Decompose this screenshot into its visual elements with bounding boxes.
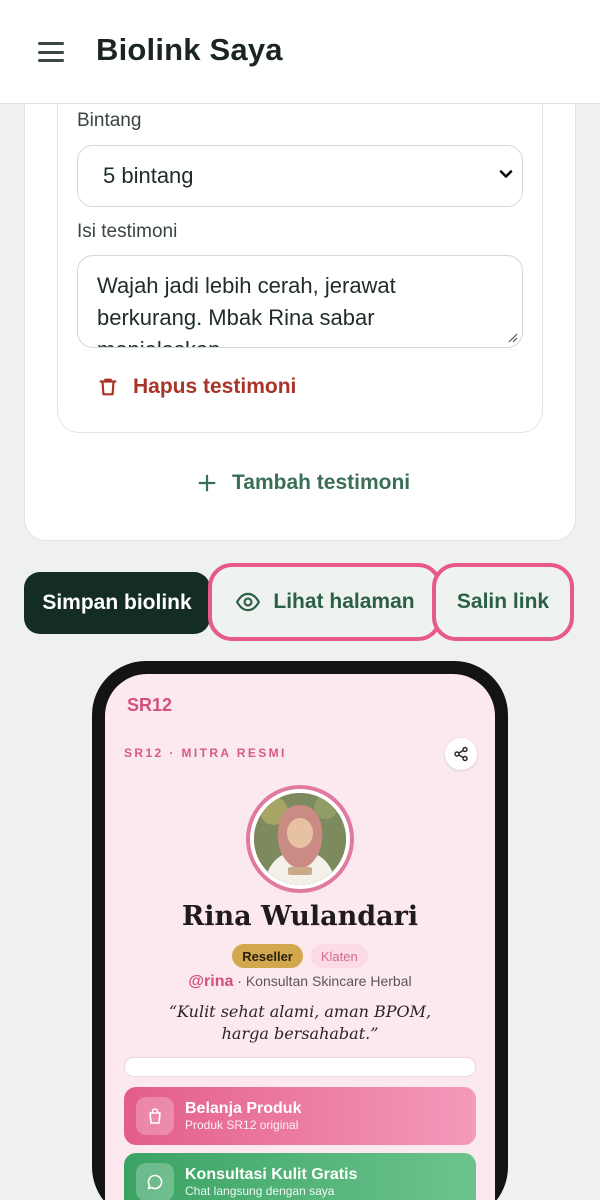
- profile-quote: “Kulit sehat alami, aman BPOM, harga ber…: [168, 1002, 432, 1043]
- app-header: Biolink Saya: [0, 0, 600, 104]
- role-badge: Reseller: [232, 944, 303, 968]
- testimonial-text: Wajah jadi lebih cerah, jerawat berkuran…: [97, 273, 396, 347]
- profile-tagline: · Konsultan Skincare Herbal: [233, 973, 412, 989]
- stars-label: Bintang: [77, 110, 142, 131]
- stars-select-value: 5 bintang: [103, 163, 194, 188]
- stars-select[interactable]: 5 bintang: [77, 145, 523, 207]
- view-page-button[interactable]: Lihat halaman: [208, 563, 442, 641]
- eye-icon: [236, 592, 261, 612]
- share-button[interactable]: [445, 738, 477, 770]
- chat-icon: [136, 1163, 174, 1200]
- delete-testimonial-button[interactable]: Hapus testimoni: [97, 370, 296, 404]
- link-title: Belanja Produk: [185, 1099, 302, 1117]
- copy-link-button[interactable]: Salin link: [432, 563, 574, 641]
- content-label: Isi testimoni: [77, 221, 178, 242]
- link-card-consult[interactable]: Konsultasi Kulit Gratis Chat langsung de…: [124, 1153, 476, 1200]
- resize-handle-icon[interactable]: [506, 331, 518, 343]
- handle-line: @rina · Konsultan Skincare Herbal: [105, 973, 495, 991]
- chevron-down-icon: [499, 170, 513, 178]
- divider-pill: [124, 1057, 476, 1077]
- partner-eyebrow: SR12 · MITRA RESMI: [124, 746, 287, 760]
- delete-testimonial-label: Hapus testimoni: [133, 375, 297, 398]
- link-subtitle: Produk SR12 original: [185, 1117, 299, 1132]
- testimonial-textarea[interactable]: Wajah jadi lebih cerah, jerawat berkuran…: [77, 255, 523, 348]
- add-testimonial-button[interactable]: Tambah testimoni: [196, 466, 410, 500]
- profile-name: Rina Wulandari: [181, 901, 419, 932]
- link-card-shop[interactable]: Belanja Produk Produk SR12 original: [124, 1087, 476, 1145]
- badge-row: Reseller Klaten: [105, 944, 495, 968]
- brand-logo-text: SR12: [127, 695, 173, 715]
- share-icon: [454, 746, 468, 762]
- link-subtitle: Chat langsung dengan saya: [185, 1183, 335, 1198]
- avatar-portrait: [254, 793, 346, 885]
- bag-icon: [136, 1097, 174, 1135]
- profile-handle[interactable]: @rina: [188, 973, 233, 990]
- view-page-label: Lihat halaman: [273, 590, 415, 613]
- phone-preview-screen: SR12 SR12 · MITRA RESMI Rina Wulandari R: [105, 674, 495, 1200]
- profile-avatar-ring: [246, 785, 354, 893]
- save-biolink-button[interactable]: Simpan biolink: [24, 572, 210, 634]
- location-badge: Klaten: [310, 944, 368, 968]
- add-testimonial-label: Tambah testimoni: [232, 471, 411, 494]
- avatar: [254, 793, 346, 885]
- page-title: Biolink Saya: [96, 32, 283, 67]
- menu-icon[interactable]: [36, 40, 66, 64]
- plus-icon: [198, 474, 216, 492]
- trash-icon: [99, 378, 117, 396]
- link-title: Konsultasi Kulit Gratis: [185, 1165, 358, 1183]
